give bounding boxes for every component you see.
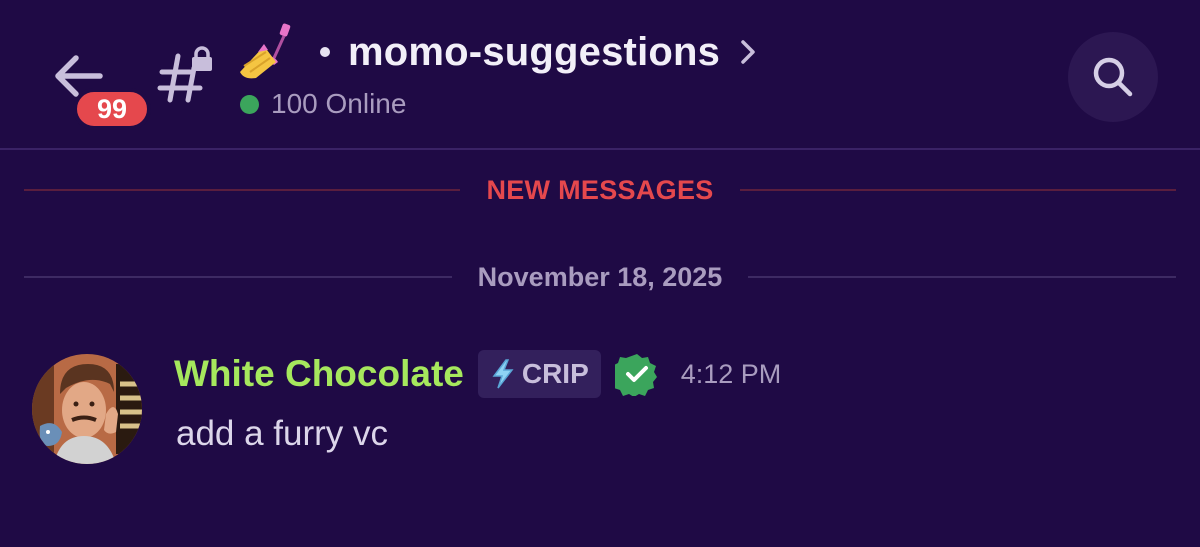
author-name[interactable]: White Chocolate	[174, 353, 464, 395]
online-dot-icon	[240, 94, 259, 114]
chevron-right-icon	[741, 40, 755, 64]
server-tag[interactable]: CRIP	[477, 350, 601, 398]
message-timestamp: 4:12 PM	[680, 358, 782, 389]
locked-channel-hash-icon	[157, 46, 212, 103]
divider-line	[748, 276, 1176, 278]
new-messages-label: NEW MESSAGES	[486, 174, 714, 205]
date-divider: November 18, 2025	[24, 257, 1176, 297]
avatar-image	[32, 354, 142, 464]
verified-check-icon	[614, 354, 657, 396]
divider-line	[739, 189, 1177, 191]
date-label: November 18, 2025	[477, 261, 723, 292]
server-tag-label: CRIP	[521, 358, 589, 389]
lightning-icon	[492, 359, 514, 389]
message-header: White Chocolate CRIP 4:12 PM	[174, 350, 781, 398]
chat-screen: 99 momo-suggestions 100 Online NEW MESSA…	[0, 0, 1200, 547]
channel-title-row[interactable]: momo-suggestions	[236, 22, 758, 82]
search-button[interactable]	[1068, 32, 1158, 122]
new-messages-divider: NEW MESSAGES	[24, 170, 1177, 210]
title-separator-dot	[320, 47, 330, 57]
divider-line	[24, 276, 452, 278]
unread-count-badge: 99	[73, 88, 151, 130]
chat-message[interactable]: White Chocolate CRIP 4:12 PM add a furry…	[32, 350, 1172, 470]
nail-polish-icon	[240, 23, 291, 79]
online-status: 100 Online	[240, 88, 406, 120]
divider-line	[24, 189, 461, 191]
search-icon	[1093, 57, 1133, 97]
avatar[interactable]	[32, 354, 142, 464]
channel-header: 99 momo-suggestions 100 Online	[0, 0, 1200, 150]
online-count: 100 Online	[271, 88, 407, 119]
channel-name: momo-suggestions	[348, 29, 721, 74]
message-text: add a furry vc	[176, 414, 389, 453]
